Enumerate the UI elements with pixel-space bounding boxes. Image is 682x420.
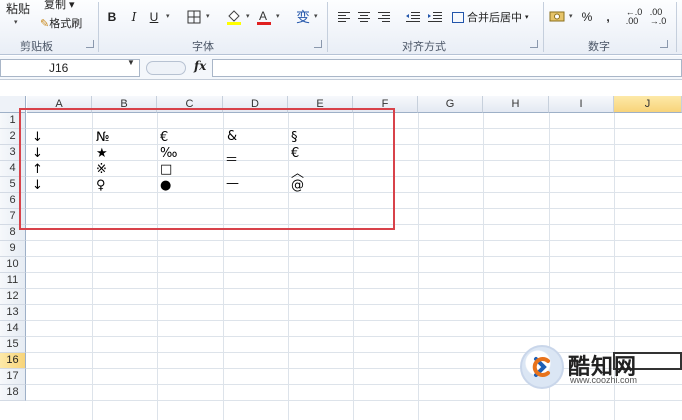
group-separator xyxy=(543,2,544,52)
font-launcher-icon[interactable] xyxy=(314,40,322,48)
grid-line xyxy=(26,304,682,305)
row-header-11[interactable]: 11 xyxy=(0,273,26,289)
format-painter-button[interactable]: ✎格式刷 xyxy=(40,15,82,31)
paste-button[interactable]: 粘贴 xyxy=(6,0,30,17)
fill-dropdown-icon[interactable]: ▾ xyxy=(246,12,250,20)
accounting-dropdown-icon[interactable]: ▾ xyxy=(569,12,573,20)
underline-button[interactable]: U xyxy=(146,8,162,26)
increase-indent-icon[interactable] xyxy=(426,8,444,26)
clipboard-launcher-icon[interactable] xyxy=(86,40,94,48)
column-header-j[interactable]: J xyxy=(614,96,682,113)
row-header-17[interactable]: 17 xyxy=(0,369,26,385)
alignment-launcher-icon[interactable] xyxy=(530,40,538,48)
decrease-indent-icon[interactable] xyxy=(404,8,422,26)
coozhi-logo-icon xyxy=(520,345,564,389)
decrease-decimal-icon[interactable]: .00 →.0 xyxy=(648,8,668,26)
accounting-format-icon[interactable] xyxy=(548,8,566,26)
phonetic-button[interactable]: 变 xyxy=(294,8,312,26)
group-separator xyxy=(327,2,328,52)
align-center-icon[interactable] xyxy=(356,8,372,26)
row-header-10[interactable]: 10 xyxy=(0,257,26,273)
watermark-url: www.coozhi.com xyxy=(570,375,638,385)
increase-decimal-icon[interactable]: ←.0.00 xyxy=(624,8,644,26)
format-painter-label: 格式刷 xyxy=(49,18,83,30)
underline-dropdown-icon[interactable]: ▾ xyxy=(166,12,170,20)
number-group-label: 数字 xyxy=(588,41,610,53)
row-header-13[interactable]: 13 xyxy=(0,305,26,321)
font-group-label: 字体 xyxy=(192,41,214,53)
row-header-16[interactable]: 16 xyxy=(0,353,26,369)
name-box[interactable]: J16 xyxy=(0,59,140,77)
grid-line xyxy=(26,240,682,241)
borders-dropdown-icon[interactable]: ▾ xyxy=(206,12,210,20)
svg-text:A: A xyxy=(259,9,267,23)
merge-center-label: 合并后居中 xyxy=(467,12,522,24)
percent-button[interactable]: % xyxy=(580,8,594,26)
formula-bar-resize-handle[interactable] xyxy=(146,61,186,75)
grid-line xyxy=(26,272,682,273)
highlight-rectangle xyxy=(19,108,395,230)
copy-button[interactable]: 复制 ▾ xyxy=(44,0,75,12)
bold-button[interactable]: B xyxy=(104,8,120,26)
align-left-icon[interactable] xyxy=(336,8,352,26)
grid-line xyxy=(26,400,682,401)
grid-line xyxy=(26,256,682,257)
row-header-9[interactable]: 9 xyxy=(0,241,26,257)
paste-dropdown-icon[interactable]: ▾ xyxy=(14,18,18,26)
merge-center-button[interactable]: 合并后居中 ▾ xyxy=(452,8,540,26)
clipboard-group-label: 剪贴板 xyxy=(20,41,53,53)
name-box-dropdown-icon[interactable]: ▼ xyxy=(127,58,135,67)
row-header-18[interactable]: 18 xyxy=(0,385,26,401)
column-header-g[interactable]: G xyxy=(418,96,483,113)
formula-bar: J16 ▼ fx xyxy=(0,56,682,80)
row-header-14[interactable]: 14 xyxy=(0,321,26,337)
font-color-dropdown-icon[interactable]: ▾ xyxy=(276,12,280,20)
column-header-h[interactable]: H xyxy=(483,96,549,113)
alignment-group-label: 对齐方式 xyxy=(402,41,446,53)
ribbon: 粘贴 ▾ 复制 ▾ ✎格式刷 剪贴板 B I U ▾ ▾ ▾ A ▾ 变 ▾ 字… xyxy=(0,0,682,55)
formula-input[interactable] xyxy=(212,59,682,77)
merge-icon xyxy=(452,11,464,23)
group-separator xyxy=(98,2,99,52)
align-right-icon[interactable] xyxy=(376,8,392,26)
grid-line xyxy=(26,320,682,321)
phonetic-dropdown-icon[interactable]: ▾ xyxy=(314,12,318,20)
row-header-12[interactable]: 12 xyxy=(0,289,26,305)
copy-label: 复制 xyxy=(44,0,66,11)
watermark: 酷知网 www.coozhi.com xyxy=(510,345,682,397)
font-color-icon[interactable]: A xyxy=(256,8,272,26)
borders-icon[interactable] xyxy=(186,8,202,26)
italic-button[interactable]: I xyxy=(126,8,142,26)
grid-line xyxy=(26,288,682,289)
row-header-15[interactable]: 15 xyxy=(0,337,26,353)
brush-icon: ✎ xyxy=(40,18,50,30)
column-header-i[interactable]: I xyxy=(549,96,614,113)
comma-style-button[interactable]: , xyxy=(602,8,614,26)
grid-line xyxy=(26,336,682,337)
insert-function-button[interactable]: fx xyxy=(194,59,206,73)
number-launcher-icon[interactable] xyxy=(660,40,668,48)
group-separator xyxy=(676,2,677,52)
fill-color-icon[interactable] xyxy=(226,8,242,26)
